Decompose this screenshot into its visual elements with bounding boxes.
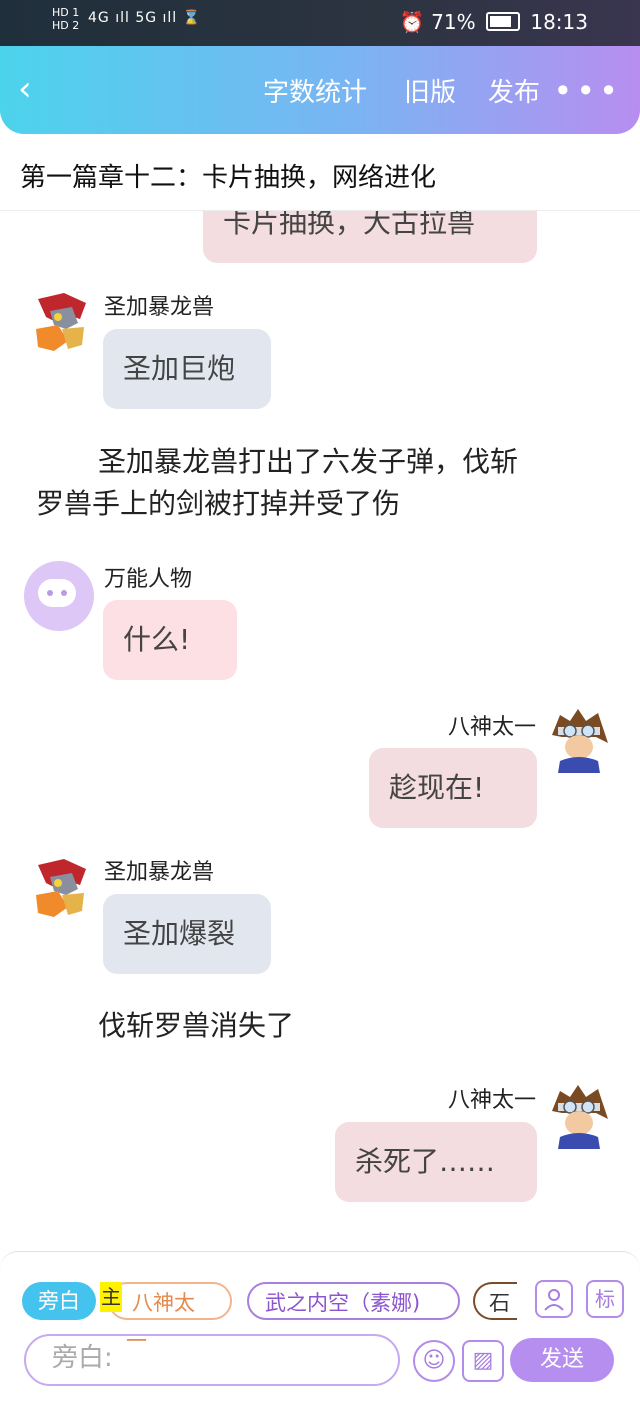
chat-area[interactable]: 卡片抽换，大古拉兽 圣加暴龙兽 圣加巨炮 圣加暴龙兽打出了六发子弹，伐斩 罗兽手… <box>0 211 640 1251</box>
more-icon[interactable]: ••• <box>553 75 622 107</box>
status-bar: HD 1 HD 2 4G ıll 5G ıll ⌛ ⏰ 71% 18:13 <box>0 0 640 46</box>
word-count-button[interactable]: 字数统计 <box>263 78 367 108</box>
universal-character-avatar <box>24 561 94 631</box>
message-bubble: 什么! <box>103 600 237 680</box>
message-bubble: 杀死了…… <box>335 1122 537 1202</box>
signal-icons: 4G ıll 5G ıll ⌛ <box>88 10 202 26</box>
image-icon[interactable]: ▨ <box>462 1340 504 1382</box>
status-right: ⏰ 71% 18:13 <box>400 10 588 34</box>
message-bubble: 趁现在! <box>369 748 537 828</box>
send-button[interactable]: 发送 <box>510 1338 614 1382</box>
person-card-icon[interactable] <box>535 1280 573 1318</box>
sim1-label: HD 1 <box>52 6 80 19</box>
narration-line-2: 罗兽手上的剑被打掉并受了伤 <box>36 487 401 520</box>
sender-name: 八神太一 <box>447 715 536 740</box>
alarm-battery-label: ⏰ 71% <box>399 10 476 34</box>
narration-line-1: 圣加暴龙兽打出了六发子弹，伐斩 <box>98 445 519 478</box>
composer-panel: 旁白 八神太一 主 武之内空（素娜) 石 标 ☺ ▨ 发送 <box>0 1251 640 1423</box>
top-header: ‹ 字数统计 旧版 发布 ••• <box>0 46 640 134</box>
back-icon[interactable]: ‹ <box>18 72 32 106</box>
shinegreymon-avatar <box>36 293 86 351</box>
emoji-icon[interactable]: ☺ <box>413 1340 455 1382</box>
message-input[interactable] <box>50 1342 374 1374</box>
shinegreymon-avatar <box>36 859 86 917</box>
taichi-avatar <box>552 1085 608 1149</box>
sender-name: 圣加暴龙兽 <box>104 860 215 885</box>
role-chip-narration[interactable]: 旁白 <box>22 1282 96 1320</box>
role-chip-sora[interactable]: 武之内空（素娜) <box>247 1282 460 1320</box>
old-version-button[interactable]: 旧版 <box>404 78 456 108</box>
battery-icon <box>486 12 520 31</box>
sender-name: 圣加暴龙兽 <box>104 295 215 320</box>
message-bubble: 圣加爆裂 <box>103 894 271 974</box>
message-input-wrapper <box>24 1334 400 1386</box>
narration-line: 伐斩罗兽消失了 <box>98 1009 295 1042</box>
sim-indicators: HD 1 HD 2 <box>52 6 79 32</box>
sender-name: 八神太一 <box>447 1088 536 1113</box>
main-character-mark: 主 <box>100 1282 122 1312</box>
sender-name: 万能人物 <box>104 567 193 592</box>
role-chip-taichi[interactable]: 八神太一 <box>108 1282 232 1353</box>
publish-button[interactable]: 发布 <box>488 78 540 108</box>
message-bubble: 卡片抽换，大古拉兽 <box>203 211 537 263</box>
sim2-label: HD 2 <box>52 19 80 32</box>
clock: 18:13 <box>530 10 588 34</box>
chapter-title: 第一篇章十二：卡片抽换，网络进化 <box>20 163 437 193</box>
tag-icon[interactable]: 标 <box>586 1280 624 1318</box>
message-bubble: 圣加巨炮 <box>103 329 271 409</box>
taichi-avatar <box>552 709 608 773</box>
role-chip-partial[interactable]: 石 <box>473 1282 517 1320</box>
